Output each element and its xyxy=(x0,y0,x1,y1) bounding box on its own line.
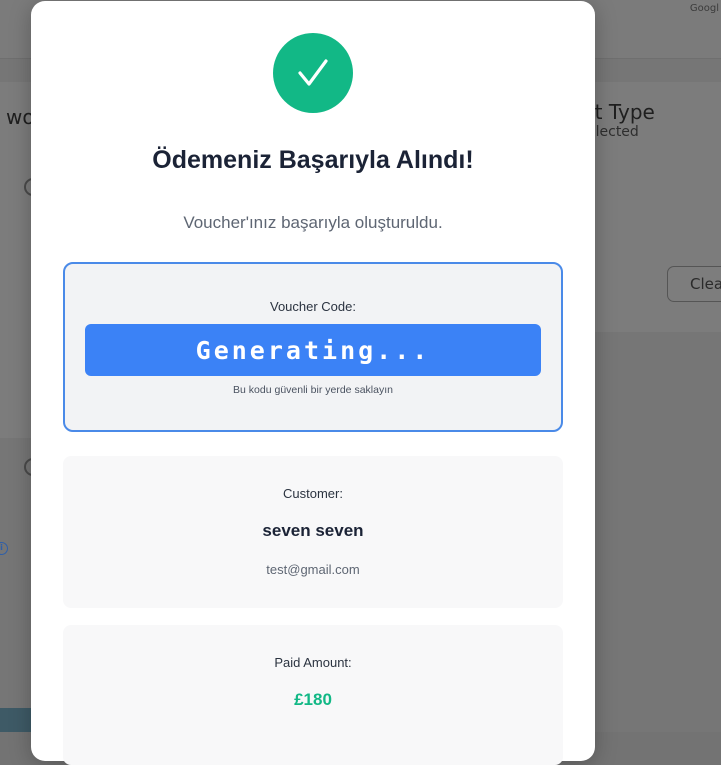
customer-name: seven seven xyxy=(262,521,364,540)
background-left-card xyxy=(0,82,31,438)
info-icon: i xyxy=(0,542,8,555)
customer-email: test@gmail.com xyxy=(266,562,360,577)
checkmark-icon-svg xyxy=(298,59,328,86)
paid-amount-card: Paid Amount: £180 xyxy=(63,625,563,765)
clear-button: Clea xyxy=(667,266,721,302)
payment-success-modal: Ödemeniz Başarıyla Alındı! Voucher'ınız … xyxy=(31,1,595,765)
paid-amount-label: Paid Amount: xyxy=(274,655,352,670)
customer-card: Customer: seven seven test@gmail.com xyxy=(63,456,563,608)
paid-amount-value: £180 xyxy=(294,690,332,709)
customer-label: Customer: xyxy=(283,486,343,501)
voucher-code-box: Voucher Code: Generating... Bu kodu güve… xyxy=(63,262,563,432)
success-title: Ödemeniz Başarıyla Alındı! xyxy=(152,146,474,174)
voucher-save-hint: Bu kodu güvenli bir yerde saklayın xyxy=(233,384,393,396)
success-subtitle: Voucher'ınız başarıyla oluşturuldu. xyxy=(183,213,443,232)
google-text: Googl xyxy=(689,3,719,14)
checkmark-icon xyxy=(273,33,353,113)
background-bottom-strip xyxy=(0,708,31,732)
voucher-code-value[interactable]: Generating... xyxy=(85,324,541,376)
voucher-code-label: Voucher Code: xyxy=(269,299,356,314)
